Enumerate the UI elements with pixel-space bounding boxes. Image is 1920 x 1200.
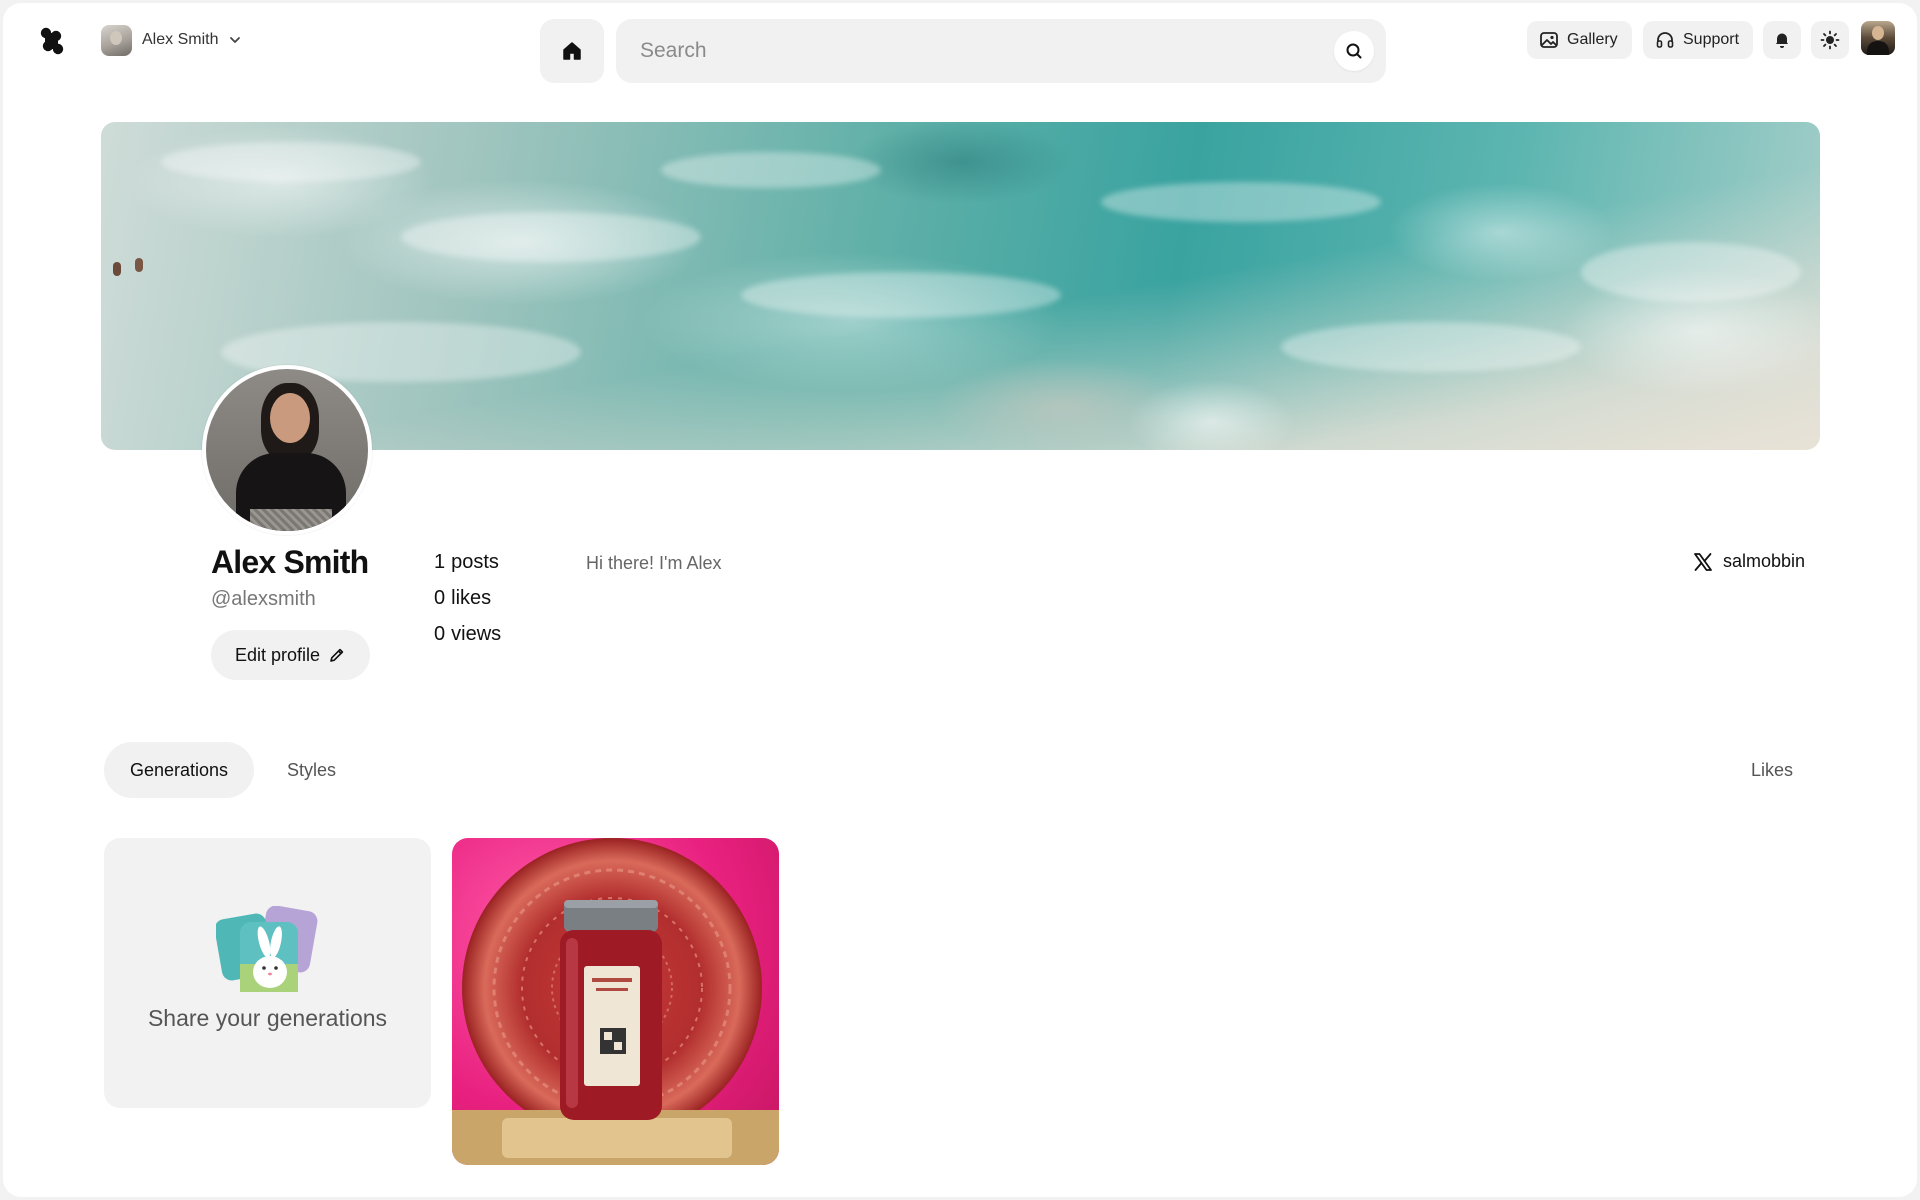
stat-posts: 1 posts <box>434 551 499 573</box>
profile-stats: 1 posts 0 likes 0 views <box>434 548 501 656</box>
workspace-switcher[interactable]: Alex Smith <box>101 23 242 57</box>
spice-jar-image <box>452 838 779 1165</box>
gallery-icon <box>1540 32 1558 48</box>
tab-generations[interactable]: Generations <box>104 742 255 798</box>
stat-likes: 0 likes <box>434 587 492 609</box>
gallery-label: Gallery <box>1567 31 1618 48</box>
user-avatar[interactable] <box>1861 21 1895 55</box>
search-button[interactable] <box>1334 31 1374 71</box>
tab-styles[interactable]: Styles <box>261 742 362 798</box>
support-button[interactable]: Support <box>1643 21 1754 59</box>
home-button[interactable] <box>540 19 604 83</box>
profile-banner <box>101 122 1820 450</box>
theme-toggle[interactable] <box>1811 21 1849 59</box>
profile-photo <box>202 365 372 535</box>
profile-display-name: Alex Smith <box>211 544 369 580</box>
profile-handle: @alexsmith <box>211 588 316 610</box>
pencil-icon <box>330 648 344 662</box>
app-window: Alex Smith Gallery <box>3 3 1917 1197</box>
social-username: salmobbin <box>1723 551 1806 571</box>
social-link[interactable]: salmobbin <box>1693 551 1805 572</box>
search-input[interactable] <box>640 39 1334 63</box>
bunny-cards-illustration <box>216 906 318 992</box>
support-label: Support <box>1683 31 1740 48</box>
workspace-avatar <box>101 24 132 56</box>
share-generations-label: Share your generations <box>147 1005 388 1031</box>
stat-views: 0 views <box>434 623 502 645</box>
bell-icon <box>1776 33 1788 48</box>
edit-profile-button[interactable]: Edit profile <box>211 630 371 680</box>
search-icon <box>1346 43 1362 59</box>
tab-likes[interactable]: Likes <box>1725 742 1819 798</box>
edit-profile-label: Edit profile <box>235 644 321 665</box>
notifications-button[interactable] <box>1763 21 1801 59</box>
workspace-name: Alex Smith <box>142 31 219 48</box>
app-logo-icon[interactable] <box>39 27 65 55</box>
sun-icon <box>1820 30 1840 50</box>
share-generations-card[interactable]: Share your generations <box>104 838 431 1108</box>
headset-icon <box>1656 32 1674 48</box>
x-logo-icon <box>1694 552 1712 571</box>
gallery-button[interactable]: Gallery <box>1527 21 1632 59</box>
search-bar <box>616 19 1386 83</box>
home-icon <box>563 42 581 60</box>
profile-bio: Hi there! I'm Alex <box>586 553 722 573</box>
generation-post-card[interactable] <box>452 838 779 1165</box>
chevron-down-icon <box>230 37 241 43</box>
